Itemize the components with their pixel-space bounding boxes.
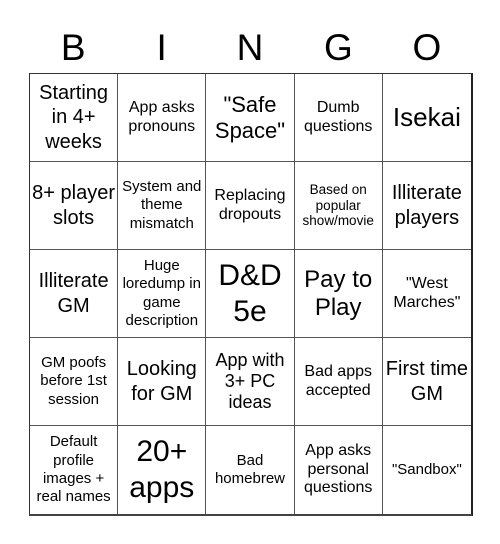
bingo-cell[interactable]: First time GM — [382, 338, 471, 426]
bingo-cell[interactable]: Huge loredump in game description — [118, 250, 207, 338]
bingo-cell[interactable]: App asks personal questions — [295, 426, 383, 514]
bingo-cell[interactable]: D&D 5e — [206, 250, 295, 338]
bingo-cell[interactable]: App asks pronouns — [118, 74, 207, 162]
header-letter-o: O — [412, 27, 442, 68]
bingo-cell[interactable]: 8+ player slots — [30, 162, 119, 250]
bingo-cell[interactable]: GM poofs before 1st session — [30, 338, 119, 426]
bingo-cell[interactable]: Default profile images + real names — [30, 426, 119, 514]
bingo-cell[interactable]: Isekai — [382, 74, 471, 162]
header-letter-b: B — [60, 27, 86, 68]
bingo-cell[interactable]: App with 3+ PC ideas — [206, 338, 295, 426]
bingo-cell[interactable]: Dumb questions — [294, 74, 383, 162]
bingo-cell[interactable]: Looking for GM — [118, 338, 207, 426]
bingo-cell[interactable]: System and theme mismatch — [118, 162, 207, 250]
header-letter-n: N — [236, 27, 264, 68]
header-letter-i: I — [156, 27, 167, 68]
bingo-cell[interactable]: "West Marches" — [382, 250, 471, 338]
bingo-cell[interactable]: "Safe Space" — [206, 74, 295, 162]
bingo-cell[interactable]: Starting in 4+ weeks — [30, 74, 119, 162]
header-letter-g: G — [324, 27, 353, 68]
bingo-cell[interactable]: 20+ apps — [118, 426, 207, 514]
bingo-cell[interactable]: Illiterate GM — [30, 250, 119, 338]
bingo-cell[interactable]: Bad apps accepted — [294, 338, 383, 426]
bingo-cell[interactable]: Based on popular show/movie — [294, 162, 383, 250]
bingo-cell[interactable]: Replacing dropouts — [206, 162, 295, 250]
bingo-cell[interactable]: Bad homebrew — [206, 426, 295, 514]
bingo-cell[interactable]: Pay to Play — [294, 250, 383, 338]
bingo-header: B I N G O — [29, 26, 471, 70]
bingo-cell[interactable]: Illiterate players — [382, 162, 471, 250]
bingo-cell[interactable]: "Sandbox" — [383, 426, 471, 514]
bingo-grid: Starting in 4+ weeks App asks pronouns "… — [29, 73, 473, 516]
